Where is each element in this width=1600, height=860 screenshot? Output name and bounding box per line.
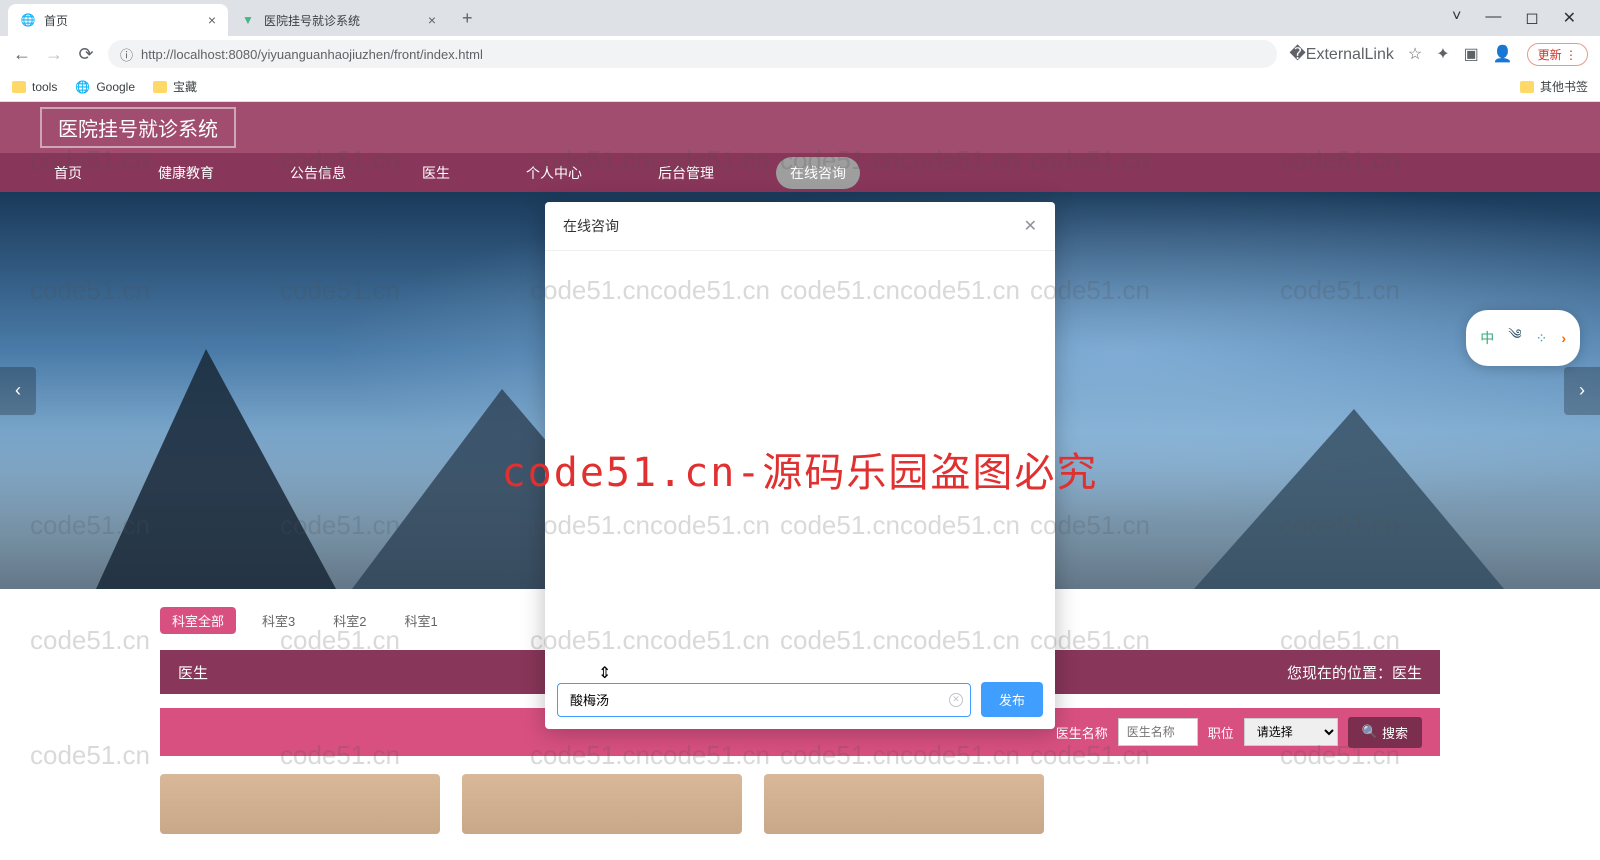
bookmark-tools[interactable]: tools bbox=[12, 80, 57, 94]
bookmark-google[interactable]: 🌐Google bbox=[75, 80, 135, 94]
tab-title: 首页 bbox=[44, 12, 68, 29]
globe-icon: 🌐 bbox=[20, 12, 36, 28]
sidepanel-icon[interactable]: ▣ bbox=[1464, 44, 1479, 64]
tab-title: 医院挂号就诊系统 bbox=[264, 12, 360, 29]
other-bookmarks[interactable]: 其他书签 bbox=[1520, 78, 1588, 95]
chevron-down-icon[interactable]: ˅ bbox=[1452, 8, 1461, 28]
chevron-right-icon[interactable]: › bbox=[1561, 330, 1566, 346]
browser-tab-0[interactable]: 🌐 首页 × bbox=[8, 4, 228, 36]
chat-input[interactable] bbox=[557, 683, 971, 717]
folder-icon bbox=[1520, 81, 1534, 93]
bookmark-treasure[interactable]: 宝藏 bbox=[153, 78, 197, 95]
share-icon[interactable]: �ExternalLink bbox=[1289, 44, 1393, 64]
ime-more-icon[interactable]: ⁘ bbox=[1536, 330, 1548, 347]
clear-icon[interactable]: ✕ bbox=[949, 693, 963, 707]
reload-button[interactable]: ⟳ bbox=[76, 44, 96, 65]
chat-body[interactable] bbox=[545, 250, 1055, 670]
new-tab-button[interactable]: + bbox=[454, 4, 481, 33]
close-icon[interactable]: × bbox=[428, 12, 436, 28]
address-bar: ← → ⟳ ⓘ http://localhost:8080/yiyuanguan… bbox=[0, 36, 1600, 72]
star-icon[interactable]: ☆ bbox=[1408, 44, 1422, 64]
browser-tab-1[interactable]: ▼ 医院挂号就诊系统 × bbox=[228, 4, 448, 36]
modal-header: 在线咨询 ✕ bbox=[545, 202, 1055, 250]
ime-toolbar[interactable]: 中 ༄ ⁘ › bbox=[1466, 310, 1580, 366]
online-consult-modal: 在线咨询 ✕ ✕ 发布 bbox=[545, 202, 1055, 729]
bookmark-bar: tools 🌐Google 宝藏 其他书签 bbox=[0, 72, 1600, 102]
tab-bar: 🌐 首页 × ▼ 医院挂号就诊系统 × + ˅ — ◻ ✕ bbox=[0, 0, 1600, 36]
moon-icon[interactable]: ༄ bbox=[1508, 318, 1521, 358]
browser-chrome: 🌐 首页 × ▼ 医院挂号就诊系统 × + ˅ — ◻ ✕ ← → ⟳ ⓘ ht… bbox=[0, 0, 1600, 102]
maximize-icon[interactable]: ◻ bbox=[1525, 8, 1538, 28]
update-button[interactable]: 更新 ⋮ bbox=[1527, 43, 1588, 66]
close-icon[interactable]: × bbox=[208, 12, 216, 28]
info-icon: ⓘ bbox=[120, 45, 133, 64]
url-input[interactable]: ⓘ http://localhost:8080/yiyuanguanhaojiu… bbox=[108, 40, 1277, 68]
modal-overlay: 在线咨询 ✕ ✕ 发布 bbox=[0, 102, 1600, 860]
back-button[interactable]: ← bbox=[12, 44, 32, 65]
ime-lang[interactable]: 中 bbox=[1480, 328, 1494, 348]
forward-button[interactable]: → bbox=[44, 44, 64, 65]
close-window-icon[interactable]: ✕ bbox=[1563, 8, 1576, 28]
modal-title: 在线咨询 bbox=[563, 216, 619, 236]
extensions-icon[interactable]: ✦ bbox=[1436, 44, 1449, 64]
minimize-icon[interactable]: — bbox=[1485, 8, 1501, 28]
profile-icon[interactable]: 👤 bbox=[1493, 44, 1513, 64]
send-button[interactable]: 发布 bbox=[981, 682, 1043, 717]
globe-icon: 🌐 bbox=[75, 80, 90, 94]
window-controls: ˅ — ◻ ✕ bbox=[1452, 8, 1592, 28]
vue-icon: ▼ bbox=[240, 12, 256, 28]
folder-icon bbox=[12, 81, 26, 93]
close-icon[interactable]: ✕ bbox=[1024, 216, 1037, 236]
folder-icon bbox=[153, 81, 167, 93]
modal-footer: ✕ 发布 bbox=[545, 670, 1055, 729]
url-text: http://localhost:8080/yiyuanguanhaojiuzh… bbox=[141, 47, 483, 62]
